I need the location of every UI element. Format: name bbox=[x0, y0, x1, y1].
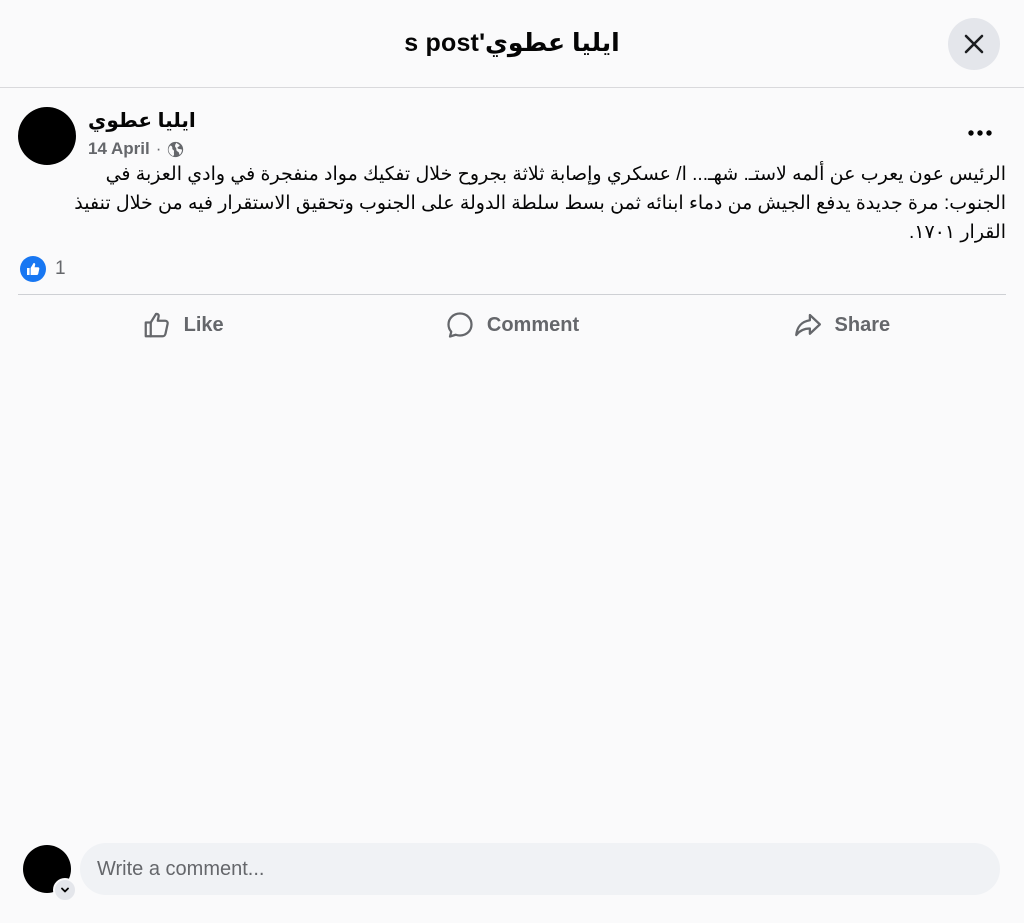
author-name[interactable]: ايليا عطوي bbox=[88, 108, 196, 133]
post-date[interactable]: 14 April bbox=[88, 139, 150, 159]
share-label: Share bbox=[834, 313, 891, 336]
thumbs-up-icon bbox=[144, 312, 169, 338]
like-button[interactable]: Like bbox=[18, 300, 347, 350]
comment-input[interactable] bbox=[80, 843, 1000, 895]
close-button[interactable] bbox=[948, 18, 1000, 70]
share-icon bbox=[794, 313, 821, 337]
post-dialog: ايليا عطوي's post ايليا عطوي 14 April · … bbox=[0, 0, 1024, 923]
share-button[interactable]: Share bbox=[677, 300, 1006, 350]
post-text: الرئيس عون يعرب عن ألمه لاستـ. شهـ... ا/… bbox=[74, 164, 1006, 243]
dialog-header: ايليا عطوي's post bbox=[0, 0, 1024, 88]
reaction-count: 1 bbox=[55, 258, 66, 279]
post-meta: 14 April · bbox=[88, 139, 184, 159]
like-label: Like bbox=[183, 313, 224, 336]
author-avatar[interactable] bbox=[18, 107, 76, 165]
comment-label: Comment bbox=[486, 313, 580, 336]
dialog-title: ايليا عطوي's post bbox=[404, 29, 620, 57]
comment-icon bbox=[447, 312, 473, 338]
post-actions: Like Comment Share bbox=[18, 300, 1006, 350]
comment-button[interactable]: Comment bbox=[347, 300, 676, 350]
like-reaction-icon bbox=[20, 256, 46, 282]
globe-icon[interactable] bbox=[167, 141, 184, 158]
meta-separator: · bbox=[155, 139, 162, 158]
more-options-button[interactable] bbox=[962, 118, 998, 148]
more-options-icon bbox=[968, 130, 992, 136]
action-divider bbox=[18, 294, 1006, 295]
close-icon bbox=[964, 34, 984, 54]
reactions-summary[interactable]: 1 bbox=[20, 256, 66, 282]
chevron-down-icon[interactable] bbox=[53, 878, 77, 902]
